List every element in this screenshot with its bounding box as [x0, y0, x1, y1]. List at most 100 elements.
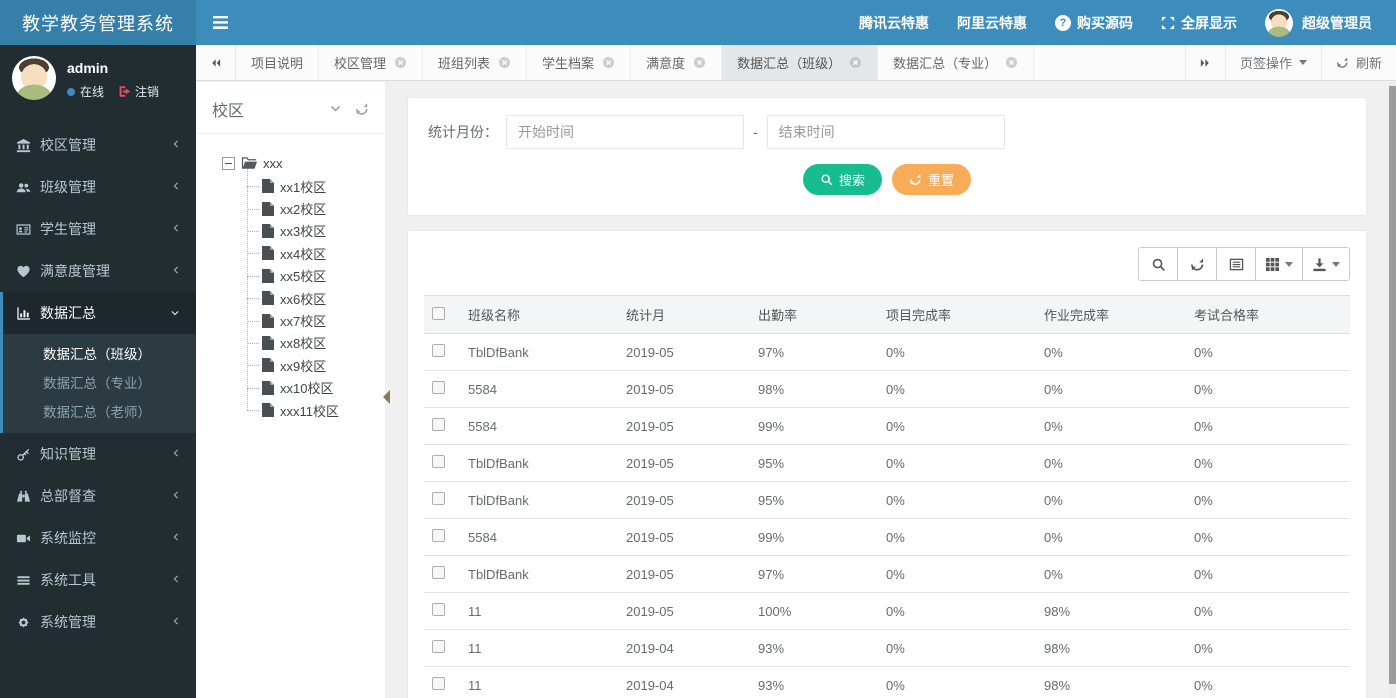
scrollbar-thumb[interactable]	[1389, 86, 1396, 684]
topbar-link-buy-source[interactable]: ? 购买源码	[1055, 13, 1133, 33]
cell-homework-rate: 0%	[1036, 555, 1186, 593]
tree-node[interactable]: xx1校区	[247, 175, 379, 197]
sidebar-subitem-summary-class[interactable]: 数据汇总（班级）	[3, 338, 196, 367]
table-detail-view-button[interactable]	[1216, 247, 1256, 281]
sidebar-item-system-mgmt[interactable]: 系统管理	[0, 601, 196, 643]
binoculars-icon	[15, 488, 31, 504]
tabs-scroll-left-button[interactable]	[196, 45, 236, 80]
tab-refresh-button[interactable]: 刷新	[1320, 45, 1396, 80]
sidebar-item-data-summary[interactable]: 数据汇总	[3, 292, 196, 334]
sidebar-item-campus-mgmt[interactable]: 校区管理	[0, 124, 196, 166]
cell-attendance-rate: 93%	[750, 629, 878, 667]
row-checkbox[interactable]	[432, 455, 445, 468]
tree-node[interactable]: xx9校区	[247, 354, 379, 376]
sidebar-toggle-button[interactable]	[196, 0, 244, 45]
file-icon	[262, 403, 274, 418]
topbar-link-label: 阿里云特惠	[957, 14, 1027, 31]
submenu-label: 数据汇总（班级）	[43, 346, 151, 362]
tree-node[interactable]: xx3校区	[247, 220, 379, 242]
row-checkbox[interactable]	[432, 344, 445, 357]
row-checkbox[interactable]	[432, 603, 445, 616]
row-checkbox[interactable]	[432, 566, 445, 579]
reset-button[interactable]: 重置	[892, 164, 972, 195]
tab-satisfaction[interactable]: 满意度	[631, 45, 723, 80]
logout-button[interactable]: 注销	[118, 83, 159, 100]
bar-chart-icon	[15, 305, 31, 321]
topbar-link-label: 购买源码	[1077, 14, 1133, 31]
tree-node[interactable]: xxx11校区	[247, 399, 379, 421]
row-checkbox[interactable]	[432, 677, 445, 690]
row-checkbox[interactable]	[432, 640, 445, 653]
tree-node[interactable]: xx6校区	[247, 287, 379, 309]
tab-refresh-label: 刷新	[1355, 56, 1382, 71]
cell-class-name: 5584	[460, 370, 618, 408]
cell-exam-rate: 0%	[1186, 481, 1350, 519]
table-columns-button[interactable]	[1255, 247, 1303, 281]
chevron-left-icon	[171, 530, 181, 546]
tab-close-icon[interactable]	[849, 56, 862, 69]
cell-project-rate: 0%	[878, 555, 1036, 593]
tab-campus-mgmt[interactable]: 校区管理	[319, 45, 424, 80]
table-refresh-button[interactable]	[1177, 247, 1217, 281]
search-button[interactable]: 搜索	[802, 164, 882, 195]
sidebar-item-system-tools[interactable]: 系统工具	[0, 559, 196, 601]
reset-button-label: 重置	[928, 173, 955, 188]
row-checkbox[interactable]	[432, 492, 445, 505]
tree-node[interactable]: xx4校区	[247, 242, 379, 264]
cell-homework-rate: 0%	[1036, 407, 1186, 445]
start-month-input[interactable]	[506, 115, 744, 149]
row-checkbox[interactable]	[432, 529, 445, 542]
tree-node[interactable]: xx8校区	[247, 332, 379, 354]
tree-node[interactable]: xx7校区	[247, 309, 379, 331]
sidebar-item-satisfaction-mgmt[interactable]: 满意度管理	[0, 250, 196, 292]
sidebar-item-hq-inspection[interactable]: 总部督查	[0, 475, 196, 517]
sidebar-subitem-summary-teacher[interactable]: 数据汇总（老师）	[3, 396, 196, 425]
tree-node-label: xx7校区	[280, 314, 327, 330]
cell-exam-rate: 0%	[1186, 518, 1350, 556]
tab-close-icon[interactable]	[498, 56, 511, 69]
tree-children: xx1校区 xx2校区 xx3校区 xx4校区 xx5校区 xx6校区 xx7校…	[247, 168, 379, 421]
sidebar-item-label: 学生管理	[40, 221, 96, 237]
tab-class-list[interactable]: 班组列表	[423, 45, 528, 80]
topbar-right: 腾讯云特惠 阿里云特惠 ? 购买源码 全屏显示 超级管理员	[859, 0, 1396, 45]
tab-close-icon[interactable]	[693, 56, 706, 69]
tab-close-icon[interactable]	[602, 56, 615, 69]
file-icon	[262, 201, 274, 216]
tree-node[interactable]: xx2校区	[247, 197, 379, 219]
topbar-link-fullscreen[interactable]: 全屏显示	[1161, 13, 1237, 33]
sidebar-item-knowledge-mgmt[interactable]: 知识管理	[0, 433, 196, 475]
tab-close-icon[interactable]	[394, 56, 407, 69]
tabs-scroll-right-button[interactable]	[1184, 45, 1225, 80]
tree-refresh-icon[interactable]	[355, 102, 369, 116]
tree-root-node[interactable]: xxx	[222, 152, 379, 174]
tree-collapse-expander-icon[interactable]	[222, 156, 235, 170]
tree-node[interactable]: xx10校区	[247, 377, 379, 399]
sidebar-item-class-mgmt[interactable]: 班级管理	[0, 166, 196, 208]
tab-label: 学生档案	[542, 56, 595, 71]
tab-label: 数据汇总（班级）	[737, 56, 842, 71]
tab-close-icon[interactable]	[1005, 56, 1018, 69]
row-checkbox[interactable]	[432, 381, 445, 394]
sidebar-subitem-summary-major[interactable]: 数据汇总（专业）	[3, 367, 196, 396]
sidebar-item-student-mgmt[interactable]: 学生管理	[0, 208, 196, 250]
table-search-button[interactable]	[1138, 247, 1178, 281]
topbar-user-menu[interactable]: 超级管理员	[1265, 8, 1372, 37]
tree-node[interactable]: xx5校区	[247, 265, 379, 287]
tab-data-summary-class[interactable]: 数据汇总（班级）	[722, 45, 879, 80]
tab-project-desc[interactable]: 项目说明	[236, 45, 320, 80]
topbar-link-ali-cloud[interactable]: 阿里云特惠	[957, 13, 1027, 33]
tab-operations-dropdown[interactable]: 页签操作	[1224, 45, 1321, 80]
tree-collapse-handle[interactable]	[383, 390, 390, 404]
sidebar-item-system-monitor[interactable]: 系统监控	[0, 517, 196, 559]
end-month-input[interactable]	[766, 115, 1005, 149]
topbar-link-tencent-cloud[interactable]: 腾讯云特惠	[859, 13, 929, 33]
select-all-checkbox[interactable]	[432, 306, 445, 320]
file-icon	[262, 380, 274, 395]
tab-data-summary-major[interactable]: 数据汇总（专业）	[878, 45, 1035, 80]
row-checkbox[interactable]	[432, 418, 445, 431]
table-export-button[interactable]	[1302, 247, 1350, 281]
cell-stat-month: 2019-05	[618, 481, 750, 519]
app-window: 教学教务管理系统 腾讯云特惠 阿里云特惠 ? 购买源码 全屏显示 超级管理员 a…	[0, 0, 1396, 698]
tab-student-archive[interactable]: 学生档案	[527, 45, 632, 80]
collapse-panel-chevron-icon[interactable]	[328, 102, 343, 115]
